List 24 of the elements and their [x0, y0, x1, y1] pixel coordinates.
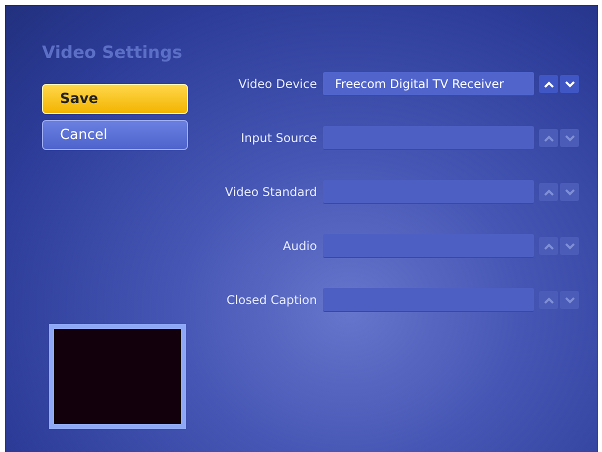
chevron-down-icon: [564, 242, 574, 250]
chevron-up-icon: [544, 188, 554, 196]
setting-label: Input Source: [240, 130, 318, 147]
chevron-down-icon: [564, 80, 574, 88]
action-button[interactable]: Save: [42, 84, 188, 114]
setting-label: Audio: [282, 238, 318, 255]
value-field[interactable]: [323, 126, 534, 150]
chevron-down-icon: [564, 134, 574, 142]
action-button[interactable]: Cancel: [42, 120, 188, 150]
up-button[interactable]: [539, 75, 558, 93]
chevron-up-icon: [544, 296, 554, 304]
value-field[interactable]: [323, 180, 534, 204]
down-button[interactable]: [560, 75, 579, 93]
value-field[interactable]: [323, 234, 534, 258]
chevron-down-icon: [564, 296, 574, 304]
chevron-up-icon: [544, 80, 554, 88]
chevron-up-icon: [544, 134, 554, 142]
value-field[interactable]: Freecom Digital TV Receiver: [323, 72, 534, 96]
setting-label: Closed Caption: [226, 292, 318, 309]
chevron-up-icon: [544, 242, 554, 250]
chevron-down-icon: [564, 188, 574, 196]
value-field[interactable]: [323, 288, 534, 312]
setting-label: Video Device: [238, 76, 318, 93]
setting-label: Video Standard: [224, 184, 318, 201]
